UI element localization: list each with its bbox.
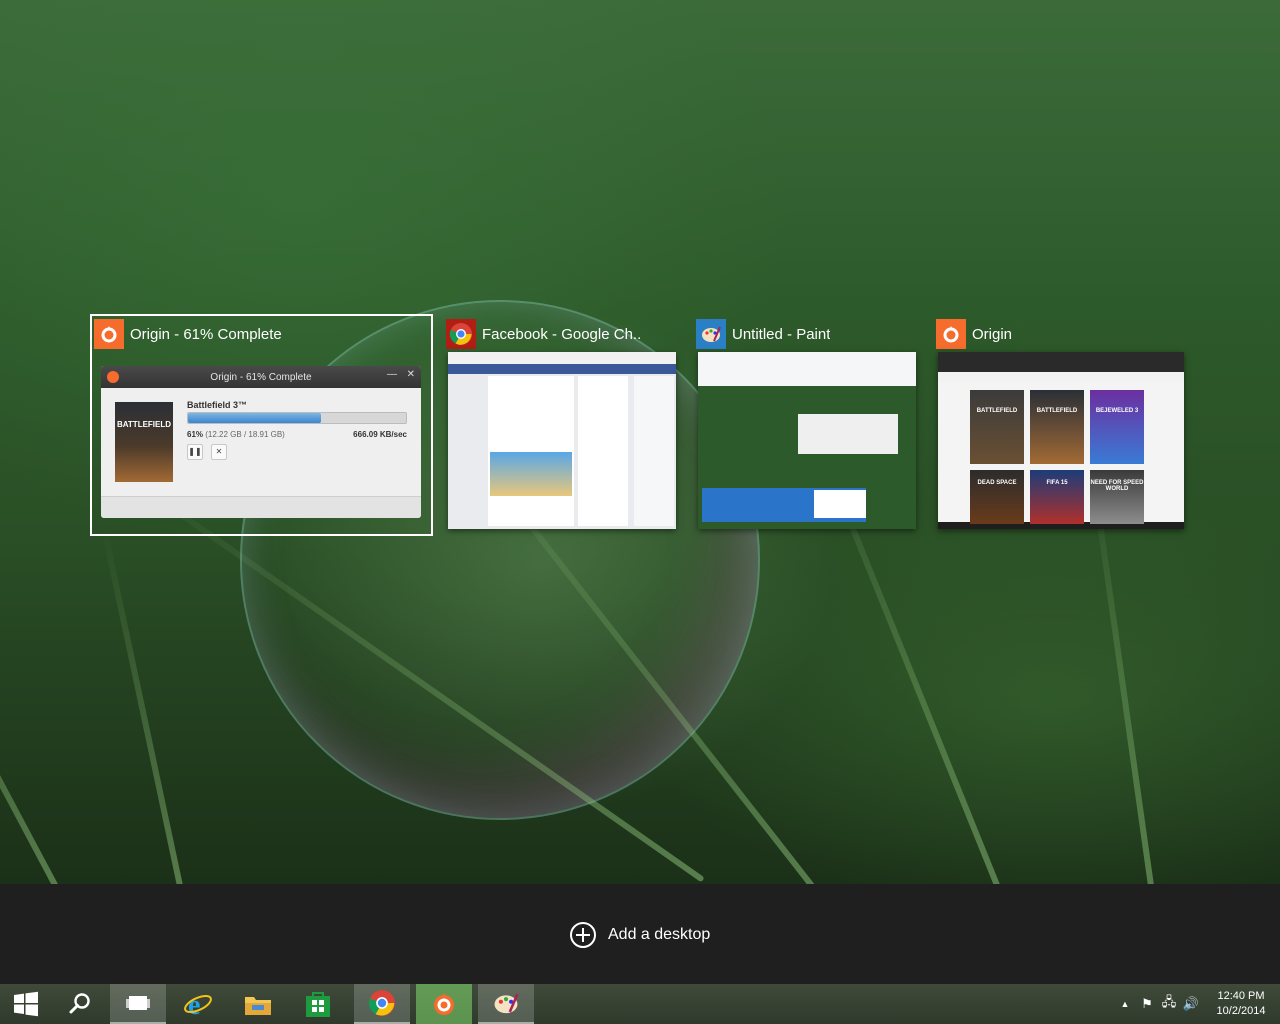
show-hidden-icons-chevron-icon[interactable]: ▲ bbox=[1114, 999, 1136, 1009]
paint-taskbar-button[interactable] bbox=[478, 984, 534, 1024]
window-title: Origin bbox=[972, 325, 1013, 343]
window-title: Facebook - Google Ch... bbox=[482, 325, 642, 343]
window-tile-header: Origin - 61% Complete bbox=[94, 318, 282, 350]
chrome-icon bbox=[446, 319, 476, 349]
action-center-flag-icon[interactable]: ⚑ bbox=[1136, 996, 1158, 1012]
download-size: (12.22 GB / 18.91 GB) bbox=[205, 430, 285, 439]
wallpaper-grass bbox=[0, 474, 66, 884]
windows-logo-icon bbox=[14, 991, 38, 1017]
close-icon: ✕ bbox=[406, 369, 415, 380]
chrome-window-thumbnail[interactable] bbox=[448, 352, 676, 529]
paint-ribbon bbox=[698, 352, 916, 386]
file-explorer-button[interactable] bbox=[230, 984, 286, 1024]
wallpaper-grass bbox=[101, 527, 186, 884]
paint-window-thumbnail[interactable] bbox=[698, 352, 916, 529]
add-desktop-button[interactable]: Add a desktop bbox=[570, 922, 710, 948]
origin-download-thumbnail[interactable]: Origin - 61% Complete — ✕ BATTLEFIELD Ba… bbox=[101, 366, 421, 518]
window-tile-header: Untitled - Paint bbox=[696, 318, 830, 350]
facebook-top-bar bbox=[448, 364, 676, 374]
window-title: Untitled - Paint bbox=[732, 325, 831, 343]
clock-time: 12:40 PM bbox=[1217, 990, 1265, 1002]
pause-button: ❚❚ bbox=[187, 444, 203, 460]
task-view-icon bbox=[126, 996, 150, 1010]
internet-explorer-button[interactable]: e bbox=[170, 984, 226, 1024]
download-percent: 61% bbox=[187, 430, 204, 439]
game-cover: BEJEWELED 3 bbox=[1090, 390, 1144, 464]
game-title: Battlefield 3™ bbox=[187, 400, 248, 410]
clock-date: 10/2/2014 bbox=[1216, 1005, 1266, 1017]
facebook-chat-list bbox=[634, 376, 674, 526]
paint-youtube-tile bbox=[814, 490, 866, 518]
origin-library-toolbar bbox=[938, 372, 1184, 382]
origin-icon bbox=[94, 319, 124, 349]
taskbar: e ▲ ⚑ 🖧 🔊 12:40 PM 10/2/2014 bbox=[0, 984, 1280, 1024]
origin-library-thumbnail[interactable]: BATTLEFIELD BATTLEFIELD BEJEWELED 3 DEAD… bbox=[938, 352, 1184, 529]
game-cover: BATTLEFIELD bbox=[1030, 390, 1084, 464]
download-progress-fill bbox=[188, 413, 321, 423]
game-cover: NEED FOR SPEED WORLD bbox=[1090, 470, 1144, 524]
origin-icon bbox=[434, 993, 454, 1015]
download-progress-bar bbox=[187, 412, 407, 424]
search-icon bbox=[69, 993, 90, 1014]
game-cover: FIFA 15 bbox=[1030, 470, 1084, 524]
facebook-news-feed bbox=[488, 376, 574, 526]
minimize-icon: — bbox=[387, 369, 397, 380]
origin-icon bbox=[936, 319, 966, 349]
chrome-taskbar-button[interactable] bbox=[354, 984, 410, 1024]
task-view-button[interactable] bbox=[110, 984, 166, 1024]
system-tray: ▲ ⚑ 🖧 🔊 12:40 PM 10/2/2014 bbox=[1114, 984, 1280, 1024]
origin-dialog-titlebar: Origin - 61% Complete — ✕ bbox=[101, 366, 421, 388]
window-title: Origin - 61% Complete bbox=[130, 325, 282, 343]
volume-icon[interactable]: 🔊 bbox=[1180, 996, 1202, 1012]
download-speed: 666.09 KB/sec bbox=[353, 430, 407, 439]
chrome-icon bbox=[368, 990, 395, 1016]
add-desktop-label: Add a desktop bbox=[608, 926, 711, 943]
origin-dialog-footer bbox=[101, 496, 421, 518]
game-cover: BATTLEFIELD bbox=[115, 402, 173, 482]
internet-explorer-icon: e bbox=[184, 990, 212, 1019]
paint-icon bbox=[696, 319, 726, 349]
paint-canvas-dialog bbox=[798, 414, 898, 454]
paint-icon bbox=[494, 993, 519, 1014]
feed-photo bbox=[490, 452, 572, 496]
origin-icon bbox=[107, 371, 119, 383]
facebook-side-panel bbox=[578, 376, 628, 526]
svg-text:e: e bbox=[188, 990, 200, 1019]
window-tile-header: Origin bbox=[936, 318, 1012, 350]
store-icon bbox=[306, 992, 330, 1017]
game-cover: BATTLEFIELD bbox=[970, 390, 1024, 464]
start-button[interactable] bbox=[0, 984, 52, 1024]
add-desktop-bar: Add a desktop bbox=[0, 884, 1280, 984]
search-button[interactable] bbox=[52, 984, 108, 1024]
cancel-download-button: ✕ bbox=[211, 444, 227, 460]
chrome-tab-strip bbox=[448, 352, 676, 364]
origin-nav-bar bbox=[938, 352, 1184, 372]
download-stats: 61% (12.22 GB / 18.91 GB) bbox=[187, 430, 285, 439]
origin-dialog-title: Origin - 61% Complete bbox=[210, 371, 312, 383]
game-cover: DEAD SPACE bbox=[970, 470, 1024, 524]
origin-taskbar-button[interactable] bbox=[416, 984, 472, 1024]
window-tile-header: Facebook - Google Ch... bbox=[446, 318, 642, 350]
clock[interactable]: 12:40 PM 10/2/2014 bbox=[1206, 989, 1276, 1019]
network-icon[interactable]: 🖧 bbox=[1158, 993, 1180, 1015]
folder-icon bbox=[245, 997, 271, 1015]
plus-icon bbox=[570, 922, 596, 948]
store-button[interactable] bbox=[290, 984, 346, 1024]
